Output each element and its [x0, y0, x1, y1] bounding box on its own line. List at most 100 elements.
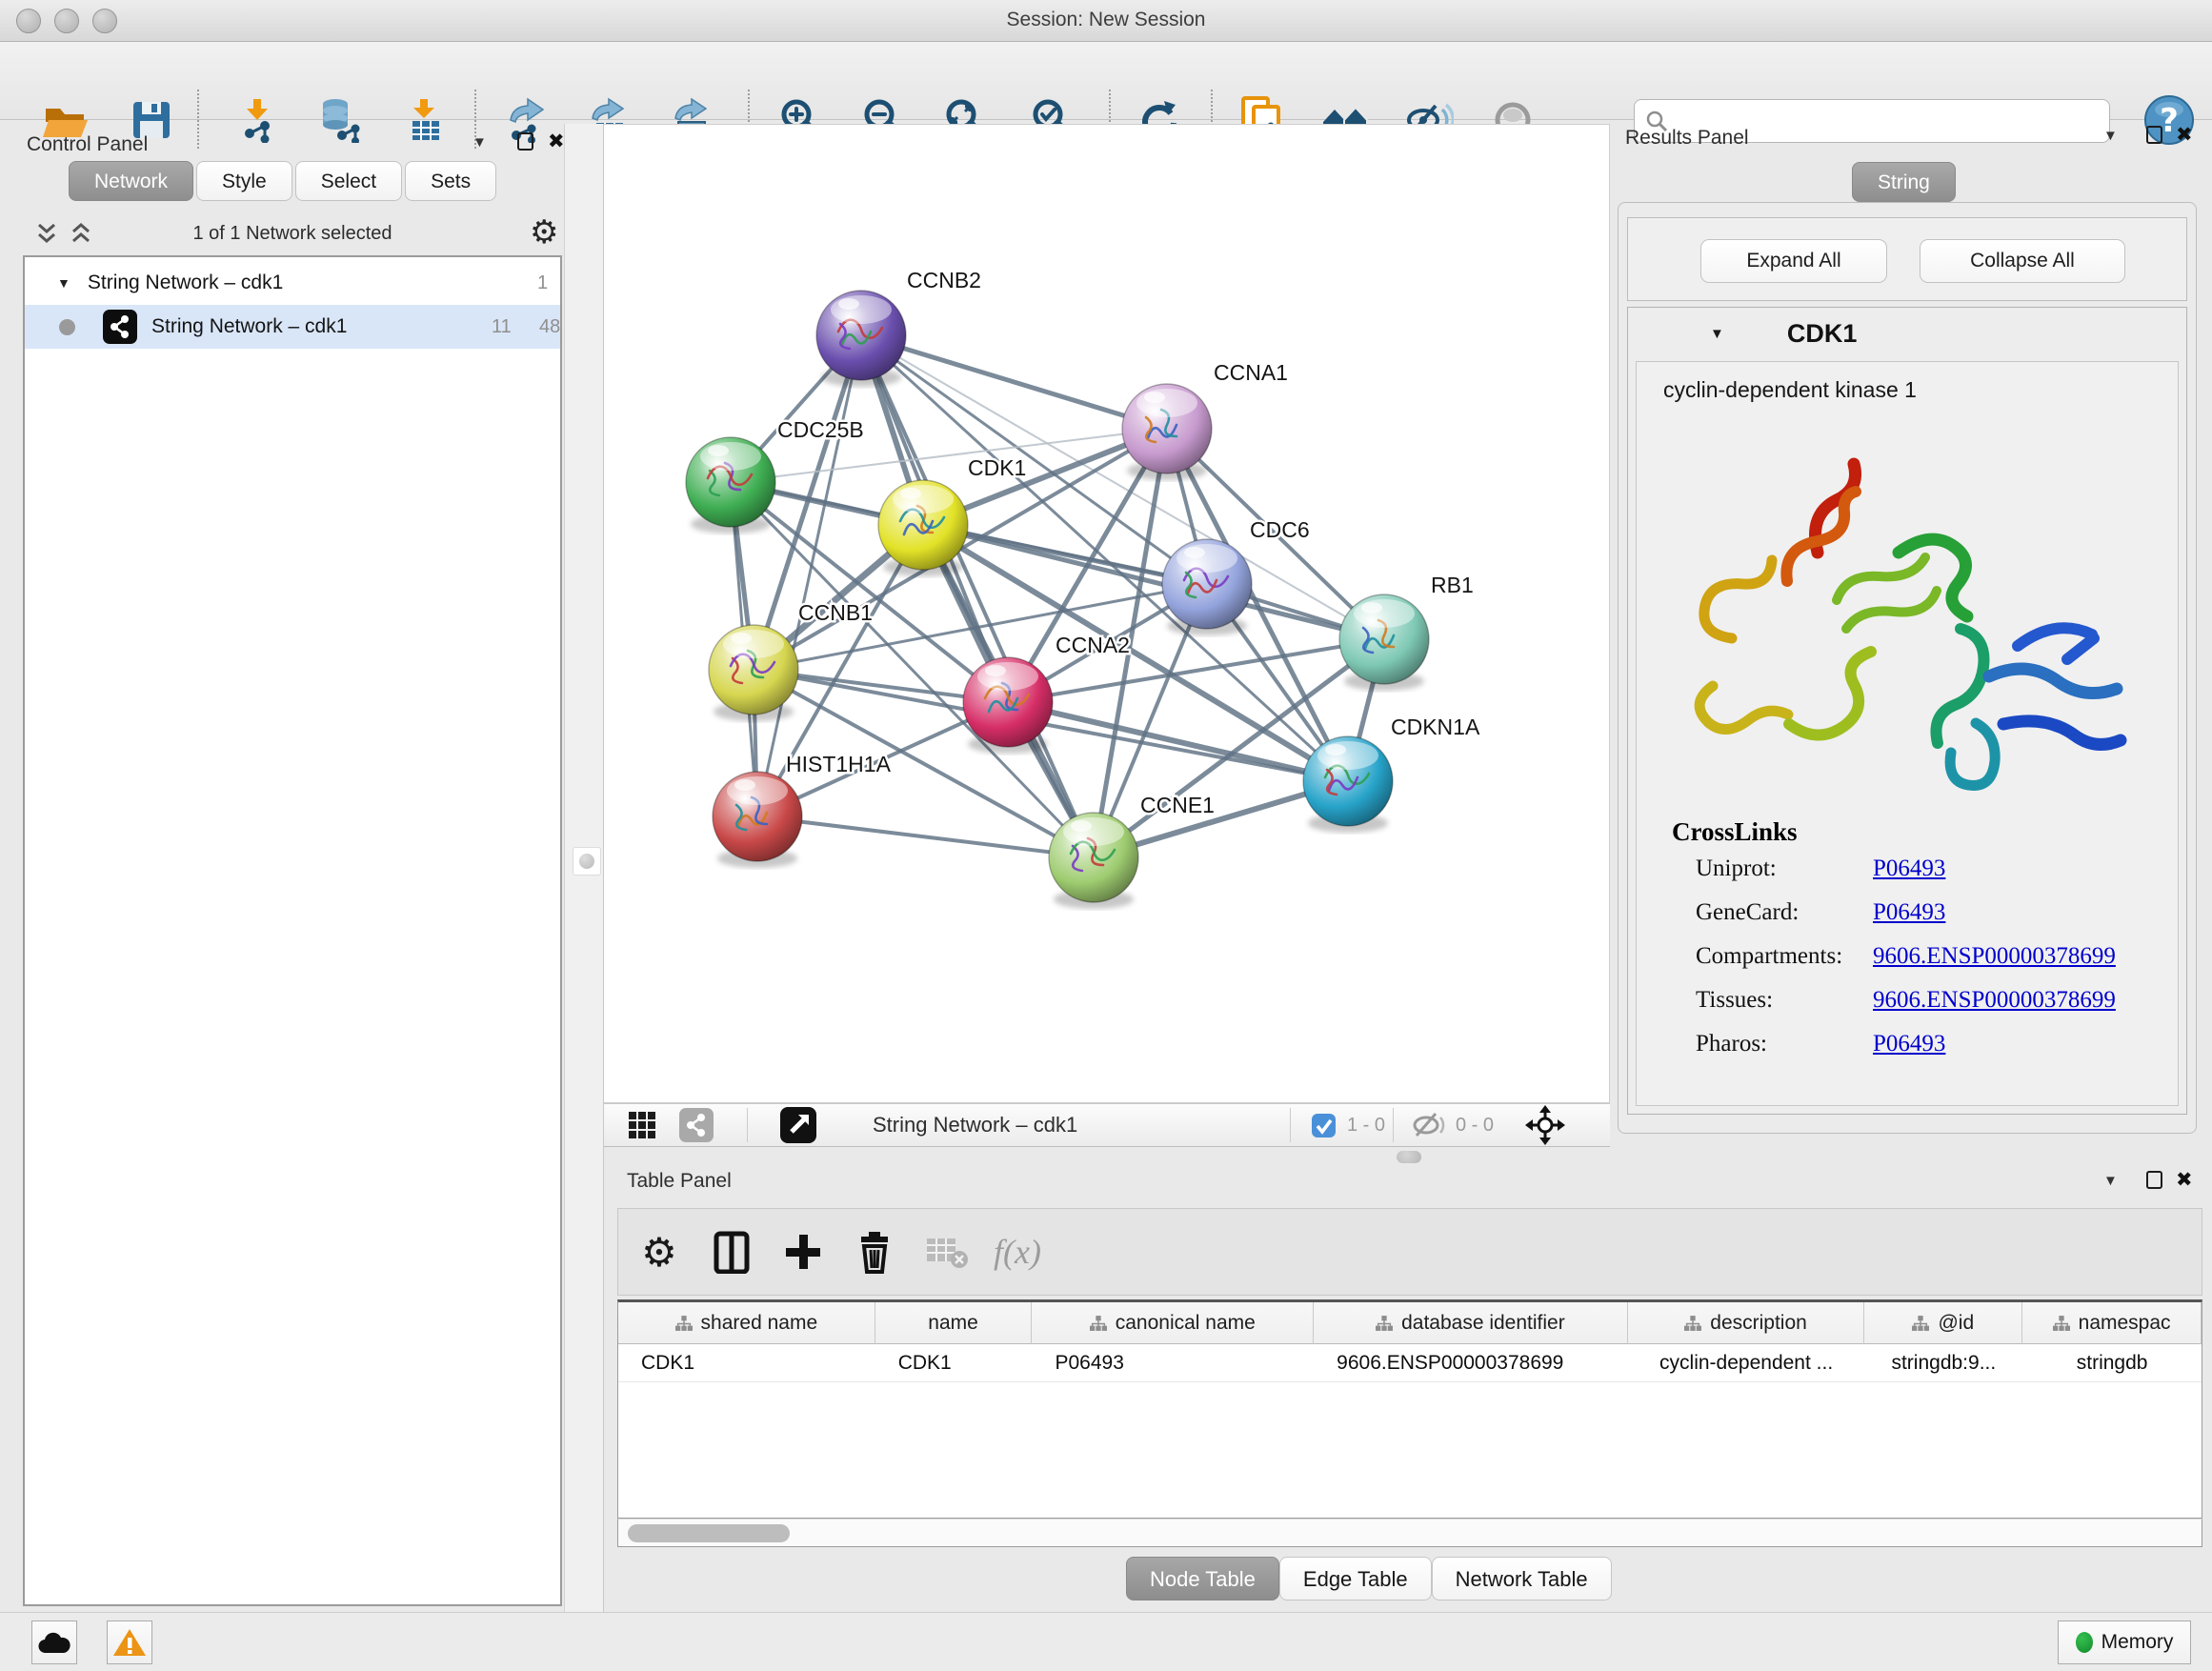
- network-edge-CCNB2-CCNA1[interactable]: [861, 335, 1167, 429]
- function-builder-icon[interactable]: f(x): [990, 1209, 1045, 1295]
- network-edge-CCNA2-CDKN1A[interactable]: [1008, 702, 1348, 781]
- control-panel-menu-icon[interactable]: ▼: [473, 134, 487, 151]
- window-title: Session: New Session: [0, 0, 2212, 40]
- show-column-icon[interactable]: [704, 1209, 759, 1295]
- fit-selected-crosshair-icon[interactable]: [1524, 1104, 1566, 1146]
- results-panel-title: Results Panel: [1625, 127, 1749, 150]
- network-view-footer: String Network – cdk1 1 - 0 0 - 0: [604, 1103, 1610, 1147]
- network-options-gear-icon[interactable]: ⚙: [530, 213, 558, 252]
- tab-node-table[interactable]: Node Table: [1126, 1557, 1279, 1601]
- crosslink-label: Compartments:: [1696, 943, 1842, 970]
- detach-view-icon[interactable]: [779, 1104, 817, 1146]
- network-node-CCNA1[interactable]: CCNA1: [1122, 360, 1288, 480]
- node-label-CCNA2: CCNA2: [1056, 633, 1130, 657]
- cloud-status-button[interactable]: [31, 1621, 77, 1664]
- hidden-eye-icon[interactable]: [1410, 1104, 1448, 1146]
- network-edge-CCNB2-CCNE1[interactable]: [861, 335, 1094, 857]
- selected-checkbox-icon[interactable]: [1311, 1104, 1337, 1146]
- network-node-CDC6[interactable]: CDC6: [1162, 517, 1310, 635]
- network-node-CDK1[interactable]: CDK1: [878, 455, 1026, 576]
- results-panel-float-icon[interactable]: [2146, 126, 2162, 144]
- warning-status-button[interactable]: [107, 1621, 152, 1664]
- network-canvas[interactable]: CCNB2CCNA1CDC25BCDK1CDC6RB1CCNB1CCNA2CDK…: [604, 124, 1610, 1103]
- delete-table-icon[interactable]: [919, 1209, 975, 1295]
- namespace-tree-icon: [675, 1315, 693, 1332]
- control-panel-close-icon[interactable]: ✖: [548, 130, 565, 152]
- network-node-CDKN1A[interactable]: CDKN1A: [1303, 715, 1480, 833]
- birds-eye-share-icon[interactable]: [678, 1104, 714, 1146]
- network-node-RB1[interactable]: RB1: [1339, 573, 1474, 691]
- network-label: String Network – cdk1: [151, 315, 347, 338]
- crosslink-link[interactable]: 9606.ENSP00000378699: [1873, 943, 2116, 970]
- column-header-@id[interactable]: @id: [1864, 1302, 2022, 1344]
- grid-view-icon[interactable]: [627, 1104, 657, 1146]
- table-cell-database-identifier[interactable]: 9606.ENSP00000378699: [1314, 1344, 1628, 1382]
- crosslink-row: GeneCard: P06493: [1637, 899, 2178, 943]
- scrollbar-thumb[interactable]: [628, 1524, 790, 1542]
- entry-collapse-icon[interactable]: ▼: [1710, 326, 1724, 342]
- column-header-label: canonical name: [1116, 1312, 1256, 1335]
- column-header-shared-name[interactable]: shared name: [618, 1302, 875, 1344]
- results-entry-header[interactable]: ▼ CDK1: [1628, 308, 2186, 359]
- table-panel-menu-icon[interactable]: ▼: [2103, 1173, 2118, 1189]
- column-header-namespac[interactable]: namespac: [2022, 1302, 2202, 1344]
- crosslink-label: GeneCard:: [1696, 899, 1799, 926]
- collapse-all-button[interactable]: Collapse All: [1920, 239, 2125, 283]
- crosslink-link[interactable]: P06493: [1873, 1031, 1945, 1057]
- results-panel-menu-icon[interactable]: ▼: [2103, 128, 2118, 144]
- window-minimize-button[interactable]: [54, 9, 79, 33]
- column-header-canonical-name[interactable]: canonical name: [1032, 1302, 1314, 1344]
- crosslink-link[interactable]: 9606.ENSP00000378699: [1873, 987, 2116, 1014]
- column-header-name[interactable]: name: [875, 1302, 1033, 1344]
- table-horizontal-scrollbar[interactable]: [617, 1519, 2202, 1547]
- column-header-database-identifier[interactable]: database identifier: [1314, 1302, 1628, 1344]
- table-cell-description[interactable]: cyclin-dependent ...: [1628, 1344, 1865, 1382]
- control-panel-float-icon[interactable]: [517, 132, 533, 151]
- splitter-grip[interactable]: [573, 847, 601, 876]
- table-settings-gear-icon[interactable]: ⚙: [632, 1209, 687, 1295]
- results-panel-close-icon[interactable]: ✖: [2176, 123, 2193, 146]
- crosslink-link[interactable]: P06493: [1873, 899, 1945, 926]
- node-label-HIST1H1A: HIST1H1A: [786, 752, 892, 776]
- network-edge-HIST1H1A-CCNE1[interactable]: [757, 816, 1094, 857]
- network-node-HIST1H1A[interactable]: HIST1H1A: [713, 752, 892, 868]
- table-cell-namespac[interactable]: stringdb: [2022, 1344, 2202, 1382]
- results-tab-string[interactable]: String: [1852, 162, 1956, 202]
- window-zoom-button[interactable]: [92, 9, 117, 33]
- horizontal-splitter-grip[interactable]: [1397, 1151, 1421, 1163]
- crosslink-link[interactable]: P06493: [1873, 856, 1945, 882]
- tab-edge-table[interactable]: Edge Table: [1279, 1557, 1432, 1601]
- tab-network[interactable]: Network: [69, 161, 193, 201]
- tab-sets[interactable]: Sets: [405, 161, 496, 201]
- warning-icon: [112, 1627, 147, 1658]
- results-entry-body: cyclin-dependent kinase 1 CrossLinks Uni…: [1636, 361, 2179, 1106]
- import-network-file-icon[interactable]: [231, 91, 287, 149]
- network-edge-CCNB2-HIST1H1A[interactable]: [757, 335, 861, 816]
- tab-style[interactable]: Style: [196, 161, 292, 201]
- network-row[interactable]: String Network – cdk1 11 48: [25, 305, 560, 349]
- add-column-icon[interactable]: [775, 1209, 831, 1295]
- table-cell-@id[interactable]: stringdb:9...: [1864, 1344, 2022, 1382]
- import-table-file-icon[interactable]: [398, 91, 453, 149]
- control-panel-title: Control Panel: [27, 133, 148, 156]
- column-header-label: shared name: [701, 1312, 818, 1335]
- table-panel-close-icon[interactable]: ✖: [2176, 1168, 2193, 1191]
- table-panel-float-icon[interactable]: [2146, 1171, 2162, 1189]
- tab-select[interactable]: Select: [295, 161, 402, 201]
- table-toolbar: ⚙ f(x): [617, 1208, 2202, 1296]
- collection-collapse-icon[interactable]: ▼: [57, 275, 70, 291]
- column-header-description[interactable]: description: [1628, 1302, 1865, 1344]
- window-close-button[interactable]: [16, 9, 41, 33]
- network-collection-row[interactable]: ▼ String Network – cdk1 1: [25, 261, 560, 305]
- import-network-database-icon[interactable]: [312, 91, 368, 149]
- table-cell-canonical-name[interactable]: P06493: [1033, 1344, 1315, 1382]
- table-cell-name[interactable]: CDK1: [875, 1344, 1033, 1382]
- tab-network-table[interactable]: Network Table: [1432, 1557, 1612, 1601]
- expand-all-button[interactable]: Expand All: [1700, 239, 1887, 283]
- delete-column-icon[interactable]: [847, 1209, 902, 1295]
- memory-button[interactable]: Memory: [2058, 1621, 2191, 1664]
- network-edge-CDK1-RB1[interactable]: [923, 525, 1384, 639]
- footer-separator: [747, 1108, 748, 1142]
- table-cell-shared-name[interactable]: CDK1: [618, 1344, 875, 1382]
- crosslink-row: Compartments: 9606.ENSP00000378699: [1637, 943, 2178, 987]
